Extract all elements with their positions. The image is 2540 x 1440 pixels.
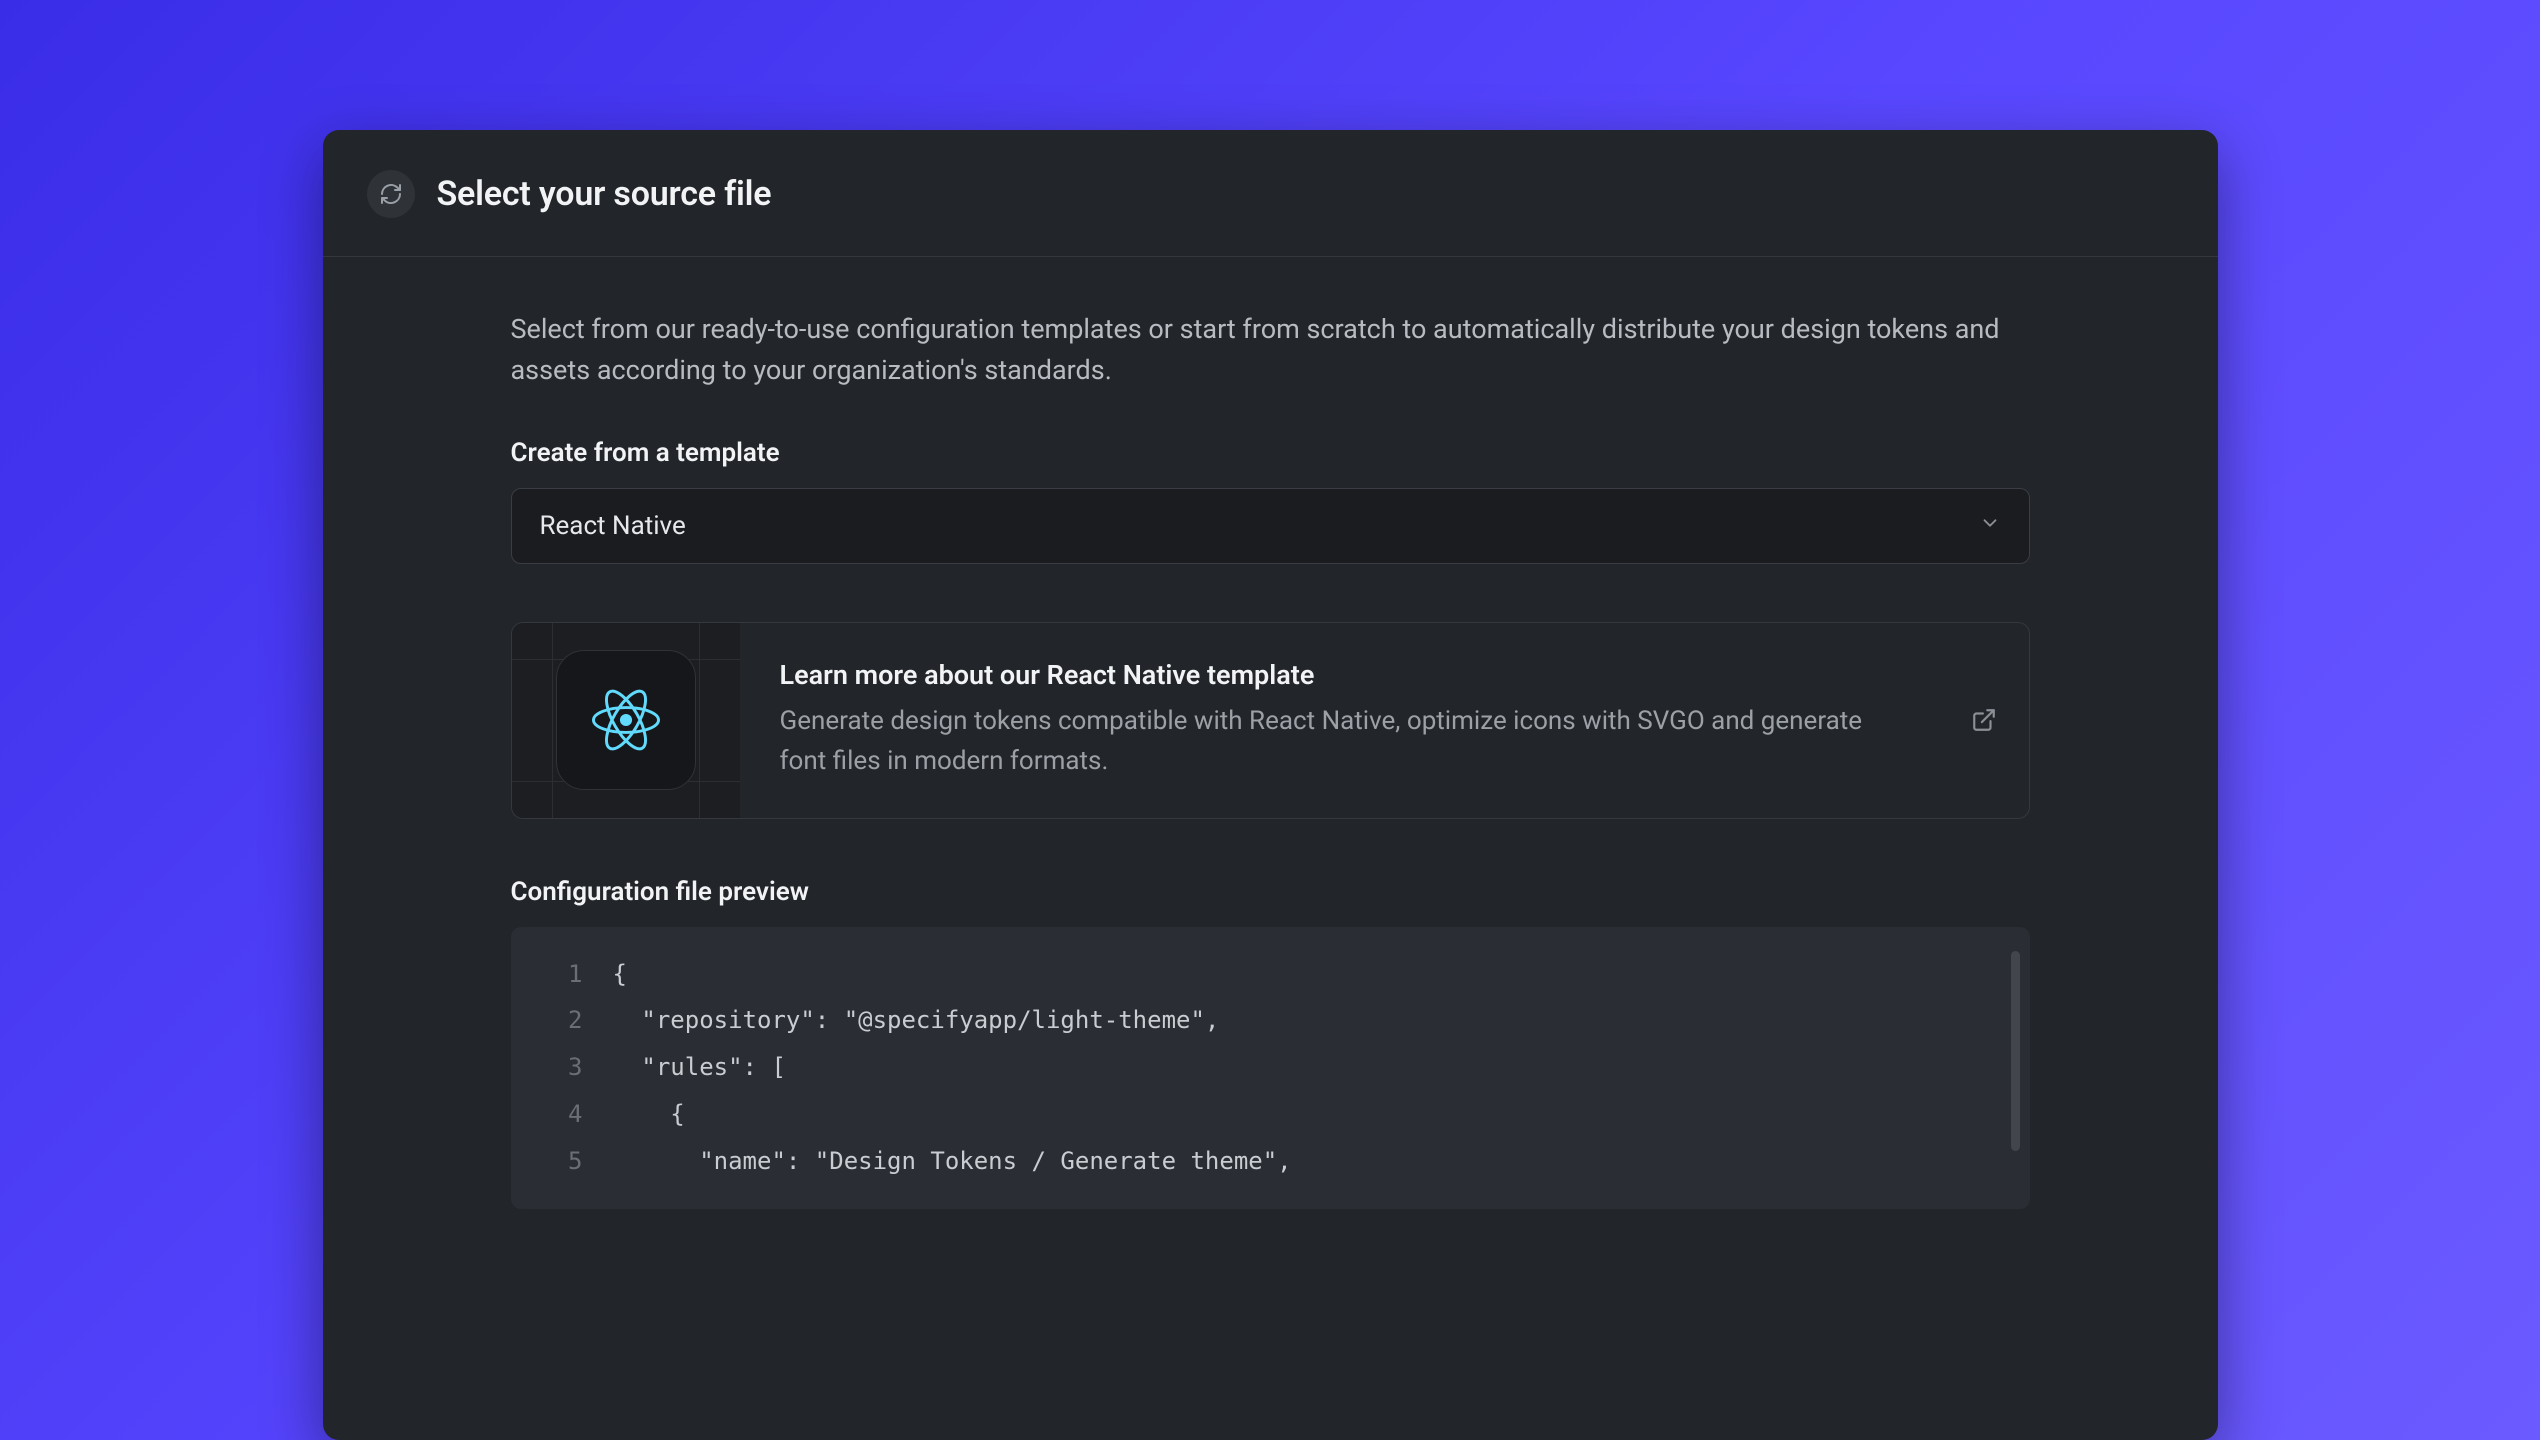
preview-section-label: Configuration file preview xyxy=(511,877,2030,907)
line-number: 5 xyxy=(541,1138,583,1185)
code-line: 1{ xyxy=(541,951,2000,998)
code-line: 3 "rules": [ xyxy=(541,1044,2000,1091)
template-icon-slot xyxy=(512,623,740,818)
template-info-title: Learn more about our React Native templa… xyxy=(780,659,1899,691)
template-section-label: Create from a template xyxy=(511,438,2030,468)
template-info-text: Learn more about our React Native templa… xyxy=(740,623,1939,818)
line-number: 4 xyxy=(541,1091,583,1138)
sync-icon xyxy=(367,170,415,218)
line-number: 2 xyxy=(541,997,583,1044)
template-select-wrap: React Native xyxy=(511,488,2030,564)
modal-title: Select your source file xyxy=(437,174,772,214)
code-line: 2 "repository": "@specifyapp/light-theme… xyxy=(541,997,2000,1044)
code-content: { xyxy=(613,951,627,998)
code-content: { xyxy=(613,1091,685,1138)
code-line: 4 { xyxy=(541,1091,2000,1138)
scrollbar[interactable] xyxy=(2011,951,2020,1151)
code-preview[interactable]: 1{2 "repository": "@specifyapp/light-the… xyxy=(511,927,2030,1209)
line-number: 1 xyxy=(541,951,583,998)
code-content: "name": "Design Tokens / Generate theme"… xyxy=(613,1138,1292,1185)
chevron-down-icon xyxy=(1979,511,2001,541)
code-content: "repository": "@specifyapp/light-theme", xyxy=(613,997,1220,1044)
template-info-card[interactable]: Learn more about our React Native templa… xyxy=(511,622,2030,819)
code-content: "rules": [ xyxy=(613,1044,786,1091)
source-file-modal: Select your source file Select from our … xyxy=(323,130,2218,1440)
modal-body: Select from our ready-to-use configurati… xyxy=(323,257,2218,1209)
react-icon xyxy=(556,650,696,790)
template-info-description: Generate design tokens compatible with R… xyxy=(780,701,1899,782)
modal-header: Select your source file xyxy=(323,130,2218,257)
code-line: 5 "name": "Design Tokens / Generate them… xyxy=(541,1138,2000,1185)
intro-text: Select from our ready-to-use configurati… xyxy=(511,309,2030,390)
external-link-icon[interactable] xyxy=(1939,623,2029,818)
template-select[interactable]: React Native xyxy=(511,488,2030,564)
line-number: 3 xyxy=(541,1044,583,1091)
template-select-value: React Native xyxy=(540,511,686,541)
